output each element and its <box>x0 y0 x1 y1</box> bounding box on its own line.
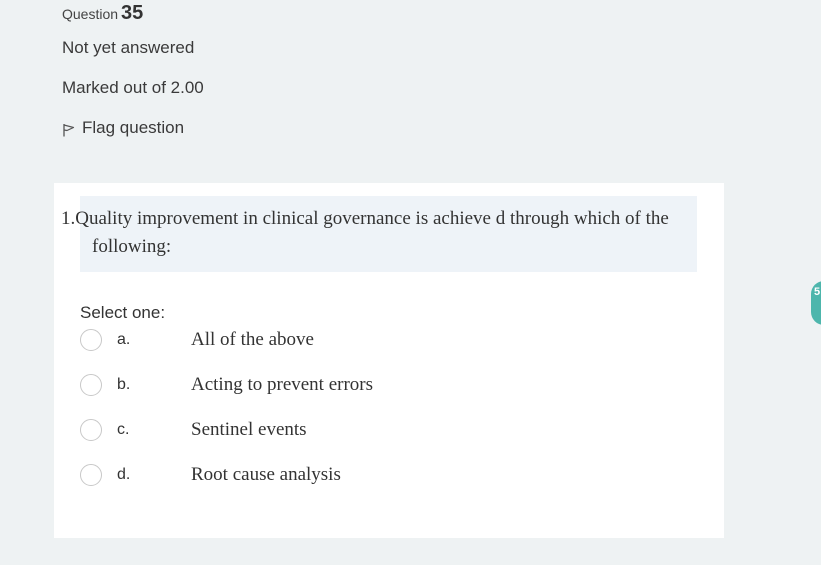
option-letter: d. <box>117 466 131 483</box>
select-one-prompt: Select one: <box>80 303 166 322</box>
question-card: 1.Quality improvement in clinical govern… <box>54 183 724 538</box>
answer-option-a[interactable]: a. All of the above <box>80 328 640 354</box>
question-text-box: 1.Quality improvement in clinical govern… <box>61 196 697 272</box>
option-letter: a. <box>117 331 131 348</box>
answer-option-c[interactable]: c. Sentinel events <box>80 418 640 444</box>
radio-button-d[interactable] <box>80 464 102 486</box>
radio-button-a[interactable] <box>80 329 102 351</box>
flag-question-label: Flag question <box>82 118 185 137</box>
flag-icon <box>63 124 75 137</box>
option-text: Sentinel events <box>191 419 307 440</box>
question-grade: Marked out of 2.00 <box>62 78 204 97</box>
side-badge[interactable]: 5 <box>811 281 821 325</box>
option-letter: c. <box>117 421 130 438</box>
question-state: Not yet answered <box>62 38 195 57</box>
flag-question-link[interactable]: Flag question <box>62 118 184 138</box>
question-number: Question 35 <box>62 2 143 25</box>
option-text: Root cause analysis <box>191 464 341 485</box>
answer-option-d[interactable]: d. Root cause analysis <box>80 463 640 489</box>
side-badge-text: 5 <box>814 286 821 298</box>
option-text: All of the above <box>191 329 314 350</box>
question-number-value: 35 <box>121 2 144 24</box>
answer-option-b[interactable]: b. Acting to prevent errors <box>80 373 640 399</box>
question-label: Question <box>62 6 119 22</box>
question-text: 1.Quality improvement in clinical govern… <box>61 208 669 257</box>
radio-button-b[interactable] <box>80 374 102 396</box>
option-letter: b. <box>117 376 131 393</box>
option-text: Acting to prevent errors <box>191 374 374 395</box>
radio-button-c[interactable] <box>80 419 102 441</box>
